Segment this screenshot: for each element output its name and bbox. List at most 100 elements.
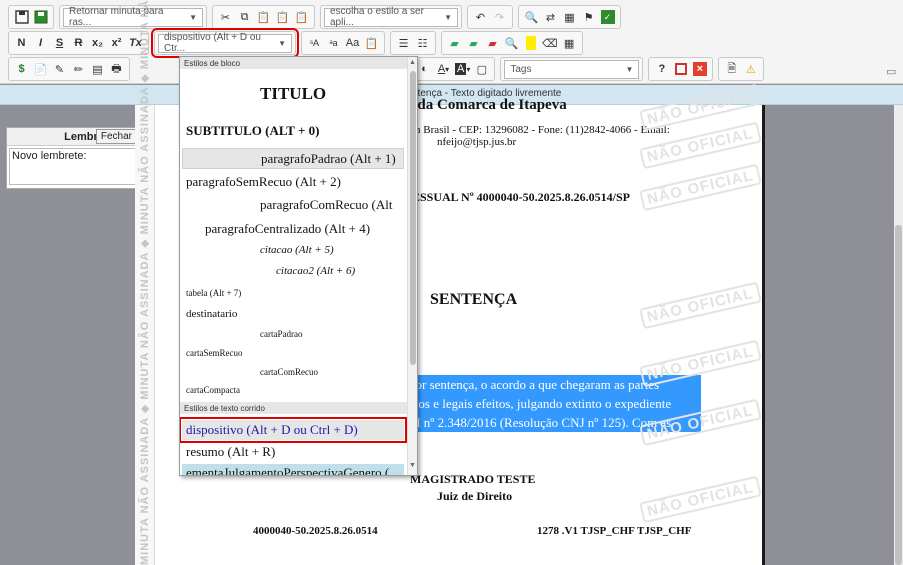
underline-strike-button[interactable]: S bbox=[50, 33, 69, 53]
inline-styles-header: Estilos de texto corrido bbox=[180, 402, 408, 414]
anchor-button[interactable]: ⚑ bbox=[579, 7, 598, 27]
paste-text-button[interactable]: 📋 bbox=[273, 7, 292, 27]
para-line-2: ícos e legais efeitos, julgando extinto … bbox=[409, 394, 701, 413]
text-color-button[interactable]: A ▾ bbox=[434, 59, 453, 79]
tags-select[interactable]: Tags ▼ bbox=[504, 59, 640, 79]
comment-remove-button[interactable]: ▰ bbox=[483, 33, 502, 53]
save-green-button[interactable] bbox=[31, 7, 50, 27]
print-button[interactable]: 🖶 bbox=[107, 59, 126, 79]
warning-button[interactable]: ⚠ bbox=[741, 59, 760, 79]
preview-button[interactable]: 🗎 bbox=[722, 59, 741, 79]
edit-button[interactable]: ✎ bbox=[50, 59, 69, 79]
vertical-watermark: MINUTA NÃO ASSINADA ◆ MINUTA NÃO ASSINAD… bbox=[139, 0, 151, 565]
style-option-paragrafo-padrao[interactable]: paragrafoPadrao (Alt + 1) bbox=[182, 148, 404, 169]
marker-button[interactable] bbox=[521, 33, 540, 53]
scroll-down-icon[interactable]: ▼ bbox=[409, 462, 416, 469]
replace-icon: ⇄ bbox=[545, 11, 556, 24]
save-button[interactable] bbox=[12, 7, 31, 27]
numbered-list-button[interactable]: ☰ bbox=[394, 33, 413, 53]
style-option-paragrafo-centralizado[interactable]: paragrafoCentralizado (Alt + 4) bbox=[205, 221, 370, 237]
toolbar-row-2: N I S R x₂ x² Tx dispositivo (Alt + D ou… bbox=[8, 28, 588, 58]
superscript-button[interactable]: x² bbox=[107, 33, 126, 53]
page-scrollbar[interactable] bbox=[894, 105, 903, 565]
paste-button[interactable]: 📋 bbox=[254, 7, 273, 27]
zoom-button[interactable]: 🔍 bbox=[502, 33, 521, 53]
bulleted-list-icon: ☷ bbox=[417, 37, 428, 50]
eraser-icon: ⌫ bbox=[542, 37, 558, 50]
redo-button[interactable]: ↷ bbox=[490, 7, 509, 27]
comment-edit-button[interactable]: ▰ bbox=[464, 33, 483, 53]
paste-plain-button[interactable]: 📋 bbox=[362, 33, 381, 53]
form-icon: ▤ bbox=[92, 63, 103, 76]
footer-process: 4000040-50.2025.8.26.0514 bbox=[253, 525, 378, 537]
close-editor-button[interactable]: × bbox=[690, 59, 709, 79]
bulleted-list-button[interactable]: ☷ bbox=[413, 33, 432, 53]
style-option-carta-sem-recuo[interactable]: cartaSemRecuo bbox=[186, 348, 242, 358]
dropdown-scrollbar-thumb[interactable] bbox=[410, 71, 416, 365]
style-option-dispositivo[interactable]: dispositivo (Alt + D ou Ctrl + D) bbox=[180, 417, 407, 443]
anchor-icon: ⚑ bbox=[583, 11, 594, 24]
copy-button[interactable]: ⧉ bbox=[235, 7, 254, 27]
case-group: ˢA ᵃa Aa 📋 bbox=[301, 31, 385, 55]
bold-button[interactable]: N bbox=[12, 33, 31, 53]
paste-word-button[interactable]: 📋 bbox=[292, 7, 311, 27]
printer-icon: 🖶 bbox=[111, 62, 122, 75]
maximize-button[interactable]: ▢ bbox=[472, 59, 491, 79]
capitalize-button[interactable]: Aa bbox=[343, 33, 362, 53]
stop-button[interactable] bbox=[671, 59, 690, 79]
bg-color-button[interactable]: A ▾ bbox=[453, 59, 472, 79]
tags-group: Tags ▼ bbox=[500, 57, 644, 81]
italic-button[interactable]: I bbox=[31, 33, 50, 53]
style-option-ementa[interactable]: ementaJulgamentoPerspectivaGenero ( bbox=[182, 464, 404, 476]
dropdown-scrollbar[interactable]: ▲ ▼ bbox=[407, 57, 417, 475]
uppercase-button[interactable]: ˢA bbox=[305, 33, 324, 53]
address-line: m Brasil - CEP: 13296082 - Fone: (11)284… bbox=[412, 124, 670, 136]
lowercase-icon: ᵃa bbox=[329, 38, 338, 48]
template-group: Retornar minuta para ras... ▼ bbox=[59, 5, 207, 29]
style-option-paragrafo-sem-recuo[interactable]: paragrafoSemRecuo (Alt + 2) bbox=[186, 174, 341, 190]
style-option-titulo[interactable]: TITULO bbox=[260, 84, 326, 104]
style-option-carta-padrao[interactable]: cartaPadrao bbox=[260, 329, 302, 339]
paste-icon: 📋 bbox=[256, 11, 271, 24]
format-select[interactable]: dispositivo (Alt + D ou Ctr... ▼ bbox=[158, 32, 292, 54]
style-option-carta-com-recuo[interactable]: cartaComRecuo bbox=[260, 367, 318, 377]
style-option-citacao[interactable]: citacao (Alt + 5) bbox=[260, 244, 334, 256]
marker-icon bbox=[525, 36, 536, 50]
currency-button[interactable]: $ bbox=[12, 59, 31, 79]
reminders-close-button[interactable]: Fechar bbox=[95, 129, 137, 144]
template-select[interactable]: Retornar minuta para ras... ▼ bbox=[63, 6, 203, 28]
replace-button[interactable]: ⇄ bbox=[541, 7, 560, 27]
spellcheck-button[interactable]: ✓ bbox=[598, 7, 617, 27]
page-scrollbar-thumb[interactable] bbox=[895, 225, 902, 565]
form-button[interactable]: ▤ bbox=[88, 59, 107, 79]
highlight-button[interactable]: ✏ bbox=[69, 59, 88, 79]
scroll-up-icon[interactable]: ▲ bbox=[409, 59, 416, 66]
comment-add-button[interactable]: ▰ bbox=[445, 33, 464, 53]
style-option-citacao2[interactable]: citacao2 (Alt + 6) bbox=[276, 265, 355, 277]
table-button[interactable]: ▦ bbox=[560, 33, 579, 53]
style-option-tabela[interactable]: tabela (Alt + 7) bbox=[186, 288, 241, 298]
chevron-down-icon: ▾ bbox=[445, 64, 450, 74]
strike-button[interactable]: R bbox=[69, 33, 88, 53]
help-button[interactable]: ? bbox=[652, 59, 671, 79]
style-option-destinatario[interactable]: destinatario bbox=[186, 308, 237, 320]
comment-bubble-icon[interactable]: ▭ bbox=[886, 65, 896, 78]
style-option-resumo[interactable]: resumo (Alt + R) bbox=[186, 444, 275, 460]
document-button[interactable]: 📄 bbox=[31, 59, 50, 79]
warning-icon: ⚠ bbox=[745, 63, 756, 76]
style-option-subtitulo[interactable]: SUBTITULO (ALT + 0) bbox=[186, 123, 319, 139]
select-all-button[interactable]: ▦ bbox=[560, 7, 579, 27]
document-icon: 📄 bbox=[33, 63, 48, 76]
style-option-carta-compacta[interactable]: cartaCompacta bbox=[186, 385, 240, 395]
style-select[interactable]: escolha o estilo a ser apli... ▼ bbox=[324, 6, 458, 28]
watermark-stamp: NÃO OFICIAL bbox=[639, 475, 762, 524]
style-option-paragrafo-com-recuo[interactable]: paragrafoComRecuo (Alt bbox=[260, 197, 392, 213]
undo-button[interactable]: ↶ bbox=[471, 7, 490, 27]
subscript-button[interactable]: x₂ bbox=[88, 33, 107, 53]
style-option-ementa-label: ementaJulgamentoPerspectivaGenero ( bbox=[186, 465, 390, 476]
process-number: ESSUAL Nº 4000040-50.2025.8.26.0514/SP bbox=[412, 190, 630, 204]
find-button[interactable]: 🔍 bbox=[522, 7, 541, 27]
cut-button[interactable]: ✂ bbox=[216, 7, 235, 27]
eraser-button[interactable]: ⌫ bbox=[540, 33, 560, 53]
lowercase-button[interactable]: ᵃa bbox=[324, 33, 343, 53]
